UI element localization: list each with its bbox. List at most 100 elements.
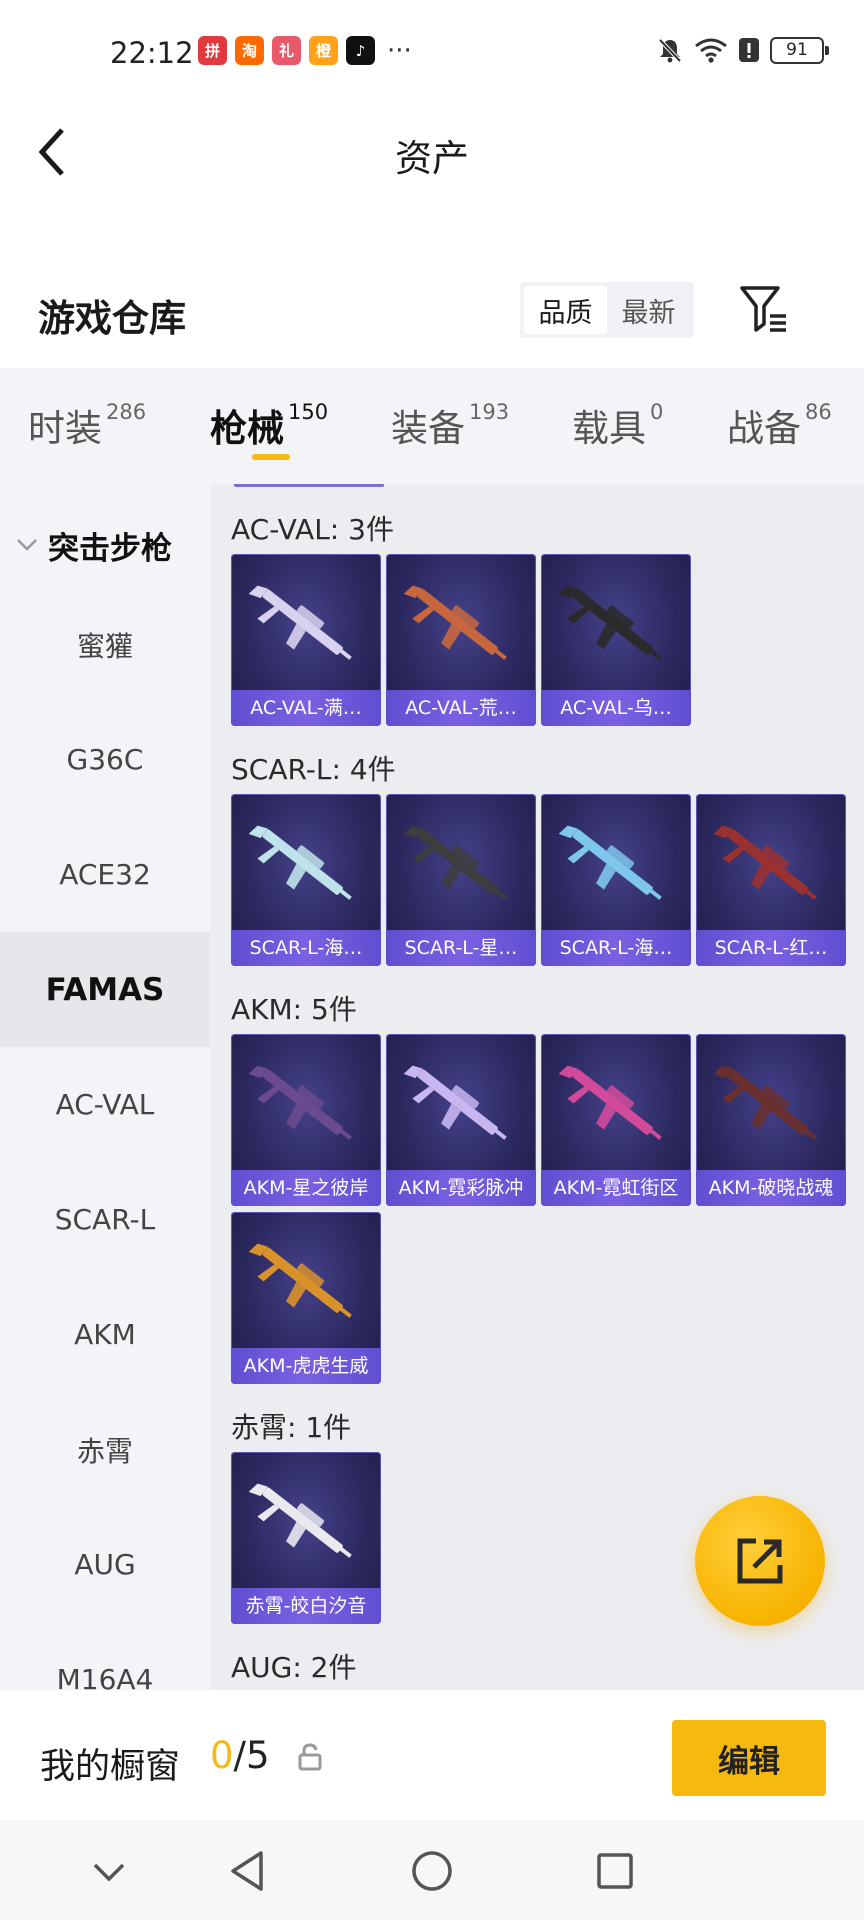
tab-count: 0 <box>650 400 664 424</box>
alert-icon <box>739 38 759 62</box>
scrolled-item-edge <box>234 484 384 487</box>
sidebar-category-header[interactable]: 突击步枪 <box>14 520 172 570</box>
tab-label: 枪械 <box>210 407 284 450</box>
orange-app-icon: 橙 <box>309 36 338 65</box>
nav-recents-button[interactable] <box>590 1846 640 1896</box>
rifle-skin-icon <box>248 576 363 676</box>
weapon-skin-label: AKM-霓彩脉冲 <box>386 1170 536 1206</box>
gift-app-icon: 礼 <box>272 36 301 65</box>
weapon-skin-label: AKM-霓虹街区 <box>541 1170 691 1206</box>
showcase-count: 0/5 <box>210 1734 270 1777</box>
rifle-skin-icon <box>558 1056 673 1156</box>
tiktok-app-icon: ♪ <box>346 36 375 65</box>
battery-indicator: 91 <box>770 36 829 64</box>
tab-count: 193 <box>469 400 510 424</box>
weapon-skin-label: SCAR-L-红… <box>696 930 846 966</box>
warehouse-title: 游戏仓库 <box>38 297 186 340</box>
weapon-skin-label: SCAR-L-星… <box>386 930 536 966</box>
weapon-skin-card[interactable]: SCAR-L-星… <box>386 794 536 966</box>
sidebar-item-ac-val[interactable]: AC-VAL <box>0 1047 210 1162</box>
filter-button[interactable] <box>738 284 792 336</box>
weapon-skin-card[interactable]: SCAR-L-海… <box>541 794 691 966</box>
rifle-skin-icon <box>558 576 673 676</box>
sidebar-item-蜜獾[interactable]: 蜜獾 <box>0 587 210 702</box>
status-time: 22:12 <box>110 36 194 70</box>
sort-newest-button[interactable]: 最新 <box>607 286 690 334</box>
tab-fashion[interactable]: 时装 286 <box>28 398 146 452</box>
filter-icon <box>740 286 786 332</box>
nav-home-button[interactable] <box>407 1846 457 1896</box>
tab-label: 载具 <box>572 407 646 450</box>
weapon-skin-card[interactable]: AKM-星之彼岸 <box>231 1034 381 1206</box>
edit-button[interactable]: 编辑 <box>672 1720 826 1796</box>
nav-collapse-button[interactable] <box>84 1846 134 1896</box>
page-title: 资产 <box>395 137 469 180</box>
rifle-skin-icon <box>403 816 518 916</box>
tab-label: 装备 <box>391 407 465 450</box>
weapon-skin-label: SCAR-L-海… <box>231 930 381 966</box>
weapon-group-title: SCAR-L: 4件 <box>231 753 396 786</box>
tab-supplies[interactable]: 战备 86 <box>727 398 832 452</box>
tab-label: 时装 <box>28 407 102 450</box>
weapon-skin-label: 赤霄-皎白汐音 <box>231 1588 381 1624</box>
weapon-group-title: AC-VAL: 3件 <box>231 513 394 546</box>
weapon-skin-card[interactable]: AKM-虎虎生威 <box>231 1212 381 1384</box>
square-recents-icon <box>597 1853 633 1889</box>
rifle-skin-icon <box>403 1056 518 1156</box>
tab-label: 战备 <box>727 407 801 450</box>
sidebar-item-akm[interactable]: AKM <box>0 1277 210 1392</box>
tab-count: 150 <box>288 400 329 424</box>
weapon-group-title: 赤霄: 1件 <box>231 1411 352 1444</box>
weapon-group-title: AKM: 5件 <box>231 993 357 1026</box>
sidebar-item-famas[interactable]: FAMAS <box>0 932 210 1047</box>
rifle-skin-icon <box>558 816 673 916</box>
weapon-skin-card[interactable]: SCAR-L-海… <box>231 794 381 966</box>
rifle-skin-icon <box>403 576 518 676</box>
sidebar-item-scar-l[interactable]: SCAR-L <box>0 1162 210 1277</box>
weapon-skin-label: AKM-星之彼岸 <box>231 1170 381 1206</box>
showcase-label: 我的橱窗 <box>40 1747 181 1787</box>
weapon-skin-card[interactable]: AKM-霓虹街区 <box>541 1034 691 1206</box>
mute-bell-icon <box>658 38 682 63</box>
weapon-skin-card[interactable]: AC-VAL-满… <box>231 554 381 726</box>
rifle-skin-icon <box>248 1234 363 1334</box>
weapon-skin-card[interactable]: 赤霄-皎白汐音 <box>231 1452 381 1624</box>
chevron-down-icon <box>93 1863 125 1882</box>
sidebar-item-m16a4[interactable]: M16A4 <box>0 1622 210 1690</box>
status-indicators: 91 <box>656 36 829 64</box>
share-icon <box>737 1538 783 1584</box>
sidebar-item-g36c[interactable]: G36C <box>0 702 210 817</box>
rifle-skin-icon <box>248 816 363 916</box>
sort-toggle: 品质 最新 <box>520 282 694 338</box>
weapon-skin-label: AC-VAL-乌… <box>541 690 691 726</box>
status-bar: 22:12 拼淘礼橙 ♪ ··· 91 <box>0 0 864 104</box>
showcase-used: 0 <box>210 1734 234 1777</box>
sidebar-item-ace32[interactable]: ACE32 <box>0 817 210 932</box>
tab-equipment[interactable]: 装备 193 <box>391 398 509 452</box>
lock-icon <box>298 1743 322 1771</box>
rifle-skin-icon <box>713 1056 828 1156</box>
taobao-app-icon: 淘 <box>235 36 264 65</box>
tab-vehicles[interactable]: 载具 0 <box>572 398 663 452</box>
sidebar-item-aug[interactable]: AUG <box>0 1507 210 1622</box>
weapon-skin-card[interactable]: SCAR-L-红… <box>696 794 846 966</box>
notification-icons: 拼淘礼橙 ♪ ··· <box>198 36 412 65</box>
weapon-skin-label: SCAR-L-海… <box>541 930 691 966</box>
active-tab-indicator <box>252 454 290 460</box>
sidebar-item-赤霄[interactable]: 赤霄 <box>0 1392 210 1507</box>
tab-firearms[interactable]: 枪械 150 <box>210 398 328 452</box>
tab-count: 286 <box>106 400 147 424</box>
tab-count: 86 <box>805 400 832 424</box>
category-tabs: 时装 286 枪械 150 装备 193 载具 0 战备 86 <box>0 368 864 484</box>
weapon-skin-card[interactable]: AKM-霓彩脉冲 <box>386 1034 536 1206</box>
weapon-skin-card[interactable]: AC-VAL-乌… <box>541 554 691 726</box>
share-button[interactable] <box>695 1496 825 1626</box>
weapon-skin-card[interactable]: AC-VAL-荒… <box>386 554 536 726</box>
weapon-group-title: AUG: 2件 <box>231 1651 357 1684</box>
weapon-skin-card[interactable]: AKM-破晓战魂 <box>696 1034 846 1206</box>
circle-home-icon <box>412 1851 452 1891</box>
wifi-icon <box>695 38 727 63</box>
nav-back-button[interactable] <box>222 1846 272 1896</box>
sort-quality-button[interactable]: 品质 <box>524 286 607 334</box>
chevron-down-icon <box>17 539 37 551</box>
